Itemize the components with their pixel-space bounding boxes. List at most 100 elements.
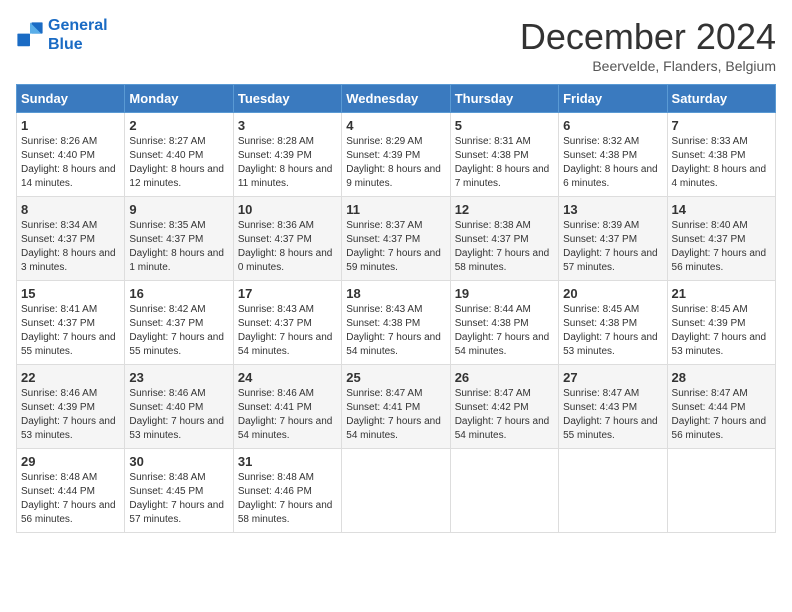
daylight-text: Daylight: 7 hours and 53 minutes. [672,332,767,357]
sunrise-text: Sunrise: 8:40 AM [672,220,748,231]
calendar-cell: 3 Sunrise: 8:28 AM Sunset: 4:39 PM Dayli… [233,113,341,197]
sunset-text: Sunset: 4:37 PM [21,234,95,245]
sunrise-text: Sunrise: 8:29 AM [346,136,422,147]
sunset-text: Sunset: 4:38 PM [346,318,420,329]
day-number: 28 [672,370,771,385]
sunrise-text: Sunrise: 8:46 AM [238,388,314,399]
calendar-cell: 15 Sunrise: 8:41 AM Sunset: 4:37 PM Dayl… [17,281,125,365]
day-info: Sunrise: 8:46 AM Sunset: 4:40 PM Dayligh… [129,387,228,443]
day-info: Sunrise: 8:45 AM Sunset: 4:38 PM Dayligh… [563,303,662,359]
daylight-text: Daylight: 7 hours and 56 minutes. [672,248,767,273]
daylight-text: Daylight: 8 hours and 7 minutes. [455,164,550,189]
day-number: 29 [21,454,120,469]
daylight-text: Daylight: 7 hours and 56 minutes. [21,500,116,525]
sunrise-text: Sunrise: 8:27 AM [129,136,205,147]
daylight-text: Daylight: 7 hours and 57 minutes. [563,248,658,273]
month-title: December 2024 [520,16,776,58]
sunrise-text: Sunrise: 8:44 AM [455,304,531,315]
calendar-cell: 18 Sunrise: 8:43 AM Sunset: 4:38 PM Dayl… [342,281,450,365]
calendar-cell: 20 Sunrise: 8:45 AM Sunset: 4:38 PM Dayl… [559,281,667,365]
sunset-text: Sunset: 4:38 PM [455,318,529,329]
calendar-cell [667,449,775,533]
sunset-text: Sunset: 4:39 PM [21,402,95,413]
sunset-text: Sunset: 4:38 PM [563,318,637,329]
header-tuesday: Tuesday [233,85,341,113]
calendar-cell: 25 Sunrise: 8:47 AM Sunset: 4:41 PM Dayl… [342,365,450,449]
day-number: 27 [563,370,662,385]
sunset-text: Sunset: 4:44 PM [21,486,95,497]
day-number: 23 [129,370,228,385]
calendar-cell: 28 Sunrise: 8:47 AM Sunset: 4:44 PM Dayl… [667,365,775,449]
daylight-text: Daylight: 7 hours and 53 minutes. [563,332,658,357]
sunset-text: Sunset: 4:44 PM [672,402,746,413]
calendar-row: 15 Sunrise: 8:41 AM Sunset: 4:37 PM Dayl… [17,281,776,365]
calendar-cell: 11 Sunrise: 8:37 AM Sunset: 4:37 PM Dayl… [342,197,450,281]
daylight-text: Daylight: 7 hours and 53 minutes. [129,416,224,441]
day-number: 19 [455,286,554,301]
sunset-text: Sunset: 4:42 PM [455,402,529,413]
day-info: Sunrise: 8:40 AM Sunset: 4:37 PM Dayligh… [672,219,771,275]
day-info: Sunrise: 8:34 AM Sunset: 4:37 PM Dayligh… [21,219,120,275]
day-info: Sunrise: 8:43 AM Sunset: 4:37 PM Dayligh… [238,303,337,359]
sunrise-text: Sunrise: 8:46 AM [21,388,97,399]
daylight-text: Daylight: 7 hours and 56 minutes. [672,416,767,441]
sunrise-text: Sunrise: 8:47 AM [563,388,639,399]
calendar-cell: 17 Sunrise: 8:43 AM Sunset: 4:37 PM Dayl… [233,281,341,365]
calendar-cell: 13 Sunrise: 8:39 AM Sunset: 4:37 PM Dayl… [559,197,667,281]
calendar-cell: 27 Sunrise: 8:47 AM Sunset: 4:43 PM Dayl… [559,365,667,449]
day-number: 3 [238,118,337,133]
day-info: Sunrise: 8:29 AM Sunset: 4:39 PM Dayligh… [346,135,445,191]
calendar-cell: 24 Sunrise: 8:46 AM Sunset: 4:41 PM Dayl… [233,365,341,449]
logo-icon [16,21,44,49]
daylight-text: Daylight: 8 hours and 12 minutes. [129,164,224,189]
daylight-text: Daylight: 7 hours and 54 minutes. [346,416,441,441]
header-row: Sunday Monday Tuesday Wednesday Thursday… [17,85,776,113]
calendar-cell: 12 Sunrise: 8:38 AM Sunset: 4:37 PM Dayl… [450,197,558,281]
day-info: Sunrise: 8:32 AM Sunset: 4:38 PM Dayligh… [563,135,662,191]
calendar-cell: 14 Sunrise: 8:40 AM Sunset: 4:37 PM Dayl… [667,197,775,281]
daylight-text: Daylight: 7 hours and 57 minutes. [129,500,224,525]
daylight-text: Daylight: 8 hours and 11 minutes. [238,164,333,189]
day-number: 31 [238,454,337,469]
sunset-text: Sunset: 4:39 PM [346,150,420,161]
calendar-cell: 1 Sunrise: 8:26 AM Sunset: 4:40 PM Dayli… [17,113,125,197]
logo-text: General Blue [48,16,108,54]
day-info: Sunrise: 8:48 AM Sunset: 4:45 PM Dayligh… [129,471,228,527]
day-number: 21 [672,286,771,301]
header-monday: Monday [125,85,233,113]
sunset-text: Sunset: 4:41 PM [238,402,312,413]
day-number: 7 [672,118,771,133]
sunset-text: Sunset: 4:37 PM [346,234,420,245]
daylight-text: Daylight: 8 hours and 4 minutes. [672,164,767,189]
sunset-text: Sunset: 4:45 PM [129,486,203,497]
daylight-text: Daylight: 7 hours and 53 minutes. [21,416,116,441]
calendar-cell: 21 Sunrise: 8:45 AM Sunset: 4:39 PM Dayl… [667,281,775,365]
sunrise-text: Sunrise: 8:43 AM [346,304,422,315]
logo: General Blue [16,16,108,54]
calendar-row: 29 Sunrise: 8:48 AM Sunset: 4:44 PM Dayl… [17,449,776,533]
day-info: Sunrise: 8:47 AM Sunset: 4:42 PM Dayligh… [455,387,554,443]
day-number: 10 [238,202,337,217]
location-subtitle: Beervelde, Flanders, Belgium [520,58,776,74]
calendar-row: 22 Sunrise: 8:46 AM Sunset: 4:39 PM Dayl… [17,365,776,449]
day-info: Sunrise: 8:33 AM Sunset: 4:38 PM Dayligh… [672,135,771,191]
sunset-text: Sunset: 4:37 PM [21,318,95,329]
day-number: 4 [346,118,445,133]
daylight-text: Daylight: 7 hours and 54 minutes. [346,332,441,357]
day-info: Sunrise: 8:41 AM Sunset: 4:37 PM Dayligh… [21,303,120,359]
day-number: 15 [21,286,120,301]
calendar-cell: 16 Sunrise: 8:42 AM Sunset: 4:37 PM Dayl… [125,281,233,365]
sunrise-text: Sunrise: 8:48 AM [238,472,314,483]
sunrise-text: Sunrise: 8:26 AM [21,136,97,147]
day-info: Sunrise: 8:48 AM Sunset: 4:46 PM Dayligh… [238,471,337,527]
day-number: 12 [455,202,554,217]
sunset-text: Sunset: 4:39 PM [672,318,746,329]
day-info: Sunrise: 8:39 AM Sunset: 4:37 PM Dayligh… [563,219,662,275]
day-info: Sunrise: 8:44 AM Sunset: 4:38 PM Dayligh… [455,303,554,359]
day-number: 18 [346,286,445,301]
calendar-cell: 26 Sunrise: 8:47 AM Sunset: 4:42 PM Dayl… [450,365,558,449]
sunrise-text: Sunrise: 8:48 AM [21,472,97,483]
sunrise-text: Sunrise: 8:35 AM [129,220,205,231]
sunrise-text: Sunrise: 8:36 AM [238,220,314,231]
sunset-text: Sunset: 4:43 PM [563,402,637,413]
